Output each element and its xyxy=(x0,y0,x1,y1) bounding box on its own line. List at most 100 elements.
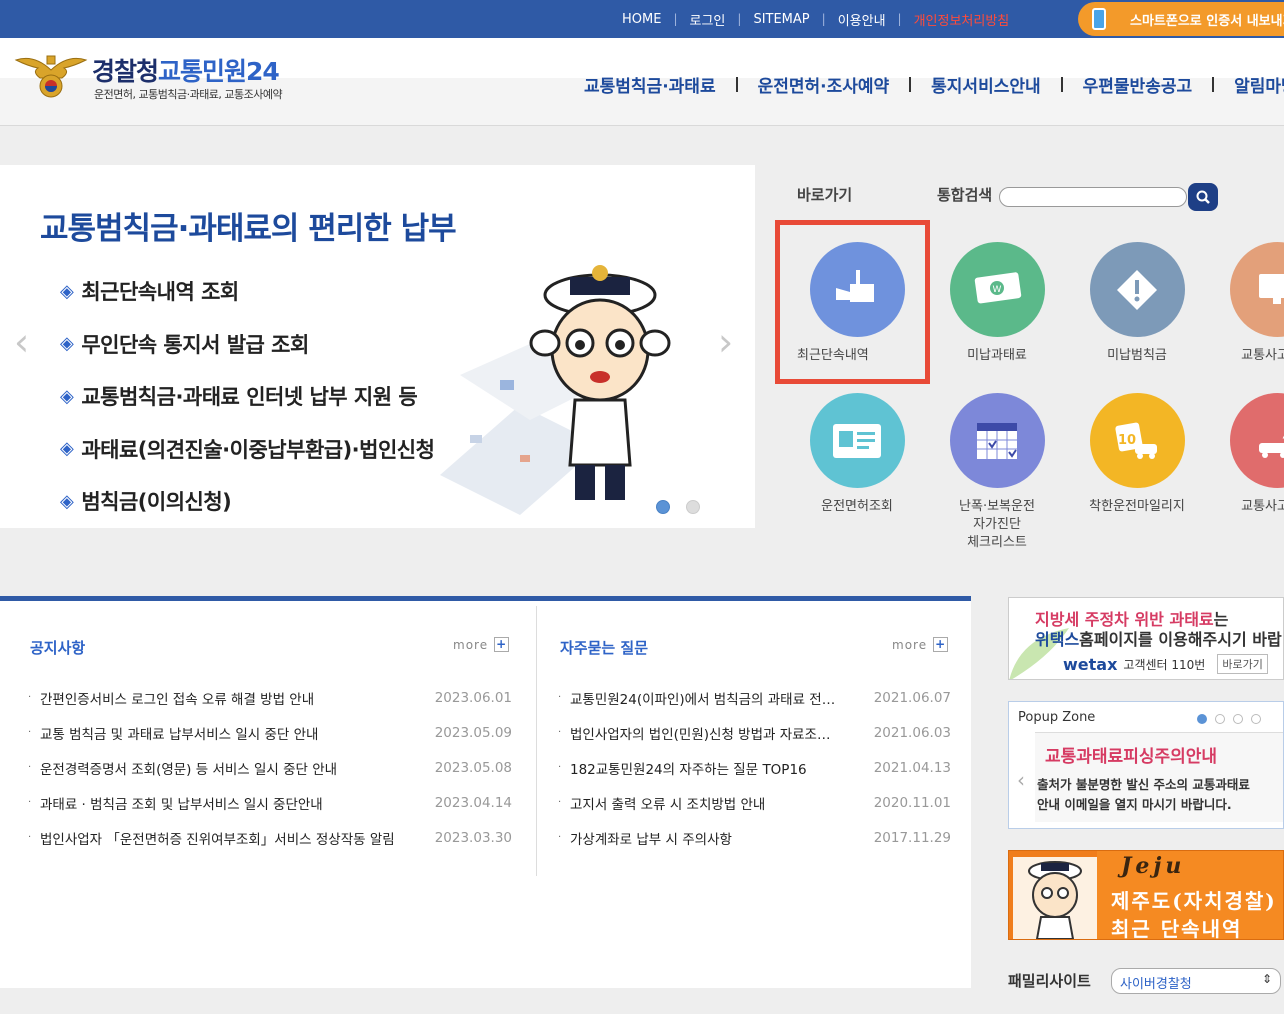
notice-item[interactable]: · 교통 범칙금 및 과태료 납부서비스 일시 중단 안내 2023.05.09 xyxy=(28,715,512,750)
logo-service: 교통민원24 xyxy=(158,57,280,86)
faq-more-button[interactable]: more + xyxy=(892,637,949,652)
quick-link-icon xyxy=(1089,242,1185,337)
quick-link-reckless-driving-checklist[interactable]: 난폭·보복운전 자가진단 체크리스트 xyxy=(932,393,1062,552)
quick-link-icon xyxy=(949,393,1045,488)
banner-dot[interactable] xyxy=(656,500,670,514)
faq-item[interactable]: · 교통민원24(이파인)에서 범칙금의 과태료 전… 2021.06.07 xyxy=(558,680,951,715)
notice-item-title[interactable]: 교통 범칙금 및 과태료 납부서비스 일시 중단 안내 xyxy=(40,723,425,743)
popup-dot[interactable] xyxy=(1215,714,1225,724)
main-banner-slider: 교통범칙금·과태료의 편리한 납부 ◈ 최근단속내역 조회 ◈ 무인단속 통지서 발… xyxy=(0,165,755,528)
family-site-label: 패밀리사이트 xyxy=(1008,972,1091,990)
faq-item[interactable]: · 법인사업자의 법인(민원)신청 방법과 자료조… 2021.06.03 xyxy=(558,715,951,750)
faq-item-date: 2020.11.01 xyxy=(873,794,951,811)
police-mascot-icon xyxy=(1013,857,1097,939)
notice-more-button[interactable]: more + xyxy=(453,637,510,652)
wetax-go-button[interactable]: 바로가기 xyxy=(1217,654,1268,674)
quick-link-accident-confirmation[interactable]: 교통사고확인 xyxy=(1212,393,1284,516)
faq-title[interactable]: 자주묻는 질문 xyxy=(560,637,648,658)
popup-prev-arrow-icon[interactable]: ‹ xyxy=(1017,768,1025,792)
police-emblem-icon[interactable] xyxy=(14,52,88,100)
guide-link[interactable]: 이용안내 xyxy=(826,10,898,29)
mileage-car-icon: 10 xyxy=(1115,422,1157,459)
wetax-banner[interactable]: 지방세 주정차 위반 과태료는 위택스홈페이지를 이용해주시기 바랍니다 wet… xyxy=(1008,597,1284,680)
notice-item-title[interactable]: 과태료 · 범칙금 조회 및 납부서비스 일시 중단안내 xyxy=(40,793,425,813)
popup-heading[interactable]: 교통과태료피싱주의안내 xyxy=(1045,742,1217,767)
bullet: · xyxy=(558,832,562,843)
quick-link-label: 교통사고확인 xyxy=(1241,499,1284,514)
quick-link-license-lookup[interactable]: 운전면허조회 xyxy=(792,393,922,516)
notice-item-date: 2023.03.30 xyxy=(434,829,512,846)
quick-link-unpaid-fines[interactable]: W 미납과태료 xyxy=(932,242,1062,365)
notice-item[interactable]: · 간편인증서비스 로그인 접속 오류 해결 방법 안내 2023.06.01 xyxy=(28,680,512,715)
notice-title[interactable]: 공지사항 xyxy=(30,637,85,658)
site-logo-title[interactable]: 경찰청교통민원24 xyxy=(92,52,280,88)
site-logo-subtitle: 운전면허, 교통범칙금·과태료, 교통조사예약 xyxy=(94,88,283,101)
banner-item-text: 과태료(의견진술·이중납부환급)·법인신청 xyxy=(81,437,435,462)
banner-feature-list: ◈ 최근단속내역 조회 ◈ 무인단속 통지서 발급 조회 ◈ 교통범칙금·과태료 인터… xyxy=(60,265,435,528)
bullet: · xyxy=(28,692,32,703)
banner-item-text: 최근단속내역 조회 xyxy=(81,280,239,305)
smartphone-cert-export-button[interactable]: 스마트폰으로 인증서 내보내기 xyxy=(1078,2,1284,36)
nav-fines[interactable]: 교통범칙금·과태료 xyxy=(584,72,716,97)
notice-item-title[interactable]: 운전경력증명서 조회(영문) 등 서비스 일시 중단 안내 xyxy=(40,758,425,778)
login-link[interactable]: 로그인 xyxy=(678,10,738,29)
faq-item-title[interactable]: 법인사업자의 법인(민원)신청 방법과 자료조… xyxy=(570,723,864,743)
notice-item-date: 2023.05.08 xyxy=(434,759,512,776)
nav-notices[interactable]: 알림마당 xyxy=(1234,72,1284,97)
banner-pagination xyxy=(656,500,700,514)
faq-item[interactable]: · 고지서 출력 오류 시 조치방법 안내 2020.11.01 xyxy=(558,785,951,820)
selected-highlight-box xyxy=(775,220,930,384)
police-mascot-illustration xyxy=(440,265,671,515)
chevron-updown-icon: ⇕ xyxy=(1261,972,1272,986)
privacy-policy-link[interactable]: 개인정보처리방침 xyxy=(902,10,1022,29)
faq-item-title[interactable]: 182교통민원24의 자주하는 질문 TOP16 xyxy=(570,758,864,778)
notice-item[interactable]: · 과태료 · 범칙금 조회 및 납부서비스 일시 중단안내 2023.04.14 xyxy=(28,785,512,820)
quick-link-icon xyxy=(809,393,905,488)
sitemap-link[interactable]: SITEMAP xyxy=(741,12,821,27)
notice-item-title[interactable]: 간편인증서비스 로그인 접속 오류 해결 방법 안내 xyxy=(40,688,425,708)
nav-notification[interactable]: 통지서비스안내 xyxy=(931,72,1040,97)
faq-item-date: 2021.06.07 xyxy=(873,689,951,706)
banner-prev-arrow-icon[interactable]: ‹ xyxy=(14,320,29,364)
popup-dot[interactable] xyxy=(1197,714,1207,724)
banner-next-arrow-icon[interactable]: › xyxy=(718,320,733,364)
quick-link-accident-investigation[interactable]: 교통사고조사 xyxy=(1212,242,1284,365)
family-site-select[interactable]: 사이버경찰청 ⇕ xyxy=(1111,968,1281,994)
search-button[interactable] xyxy=(1188,183,1218,211)
faq-item-title[interactable]: 가상계좌로 납부 시 주의사항 xyxy=(570,828,864,848)
home-link[interactable]: HOME xyxy=(610,12,673,27)
banner-dot[interactable] xyxy=(686,500,700,514)
faq-item[interactable]: · 182교통민원24의 자주하는 질문 TOP16 2021.04.13 xyxy=(558,750,951,785)
wetax-callcenter: 고객센터 110번 xyxy=(1123,657,1206,672)
id-card-icon xyxy=(833,423,881,458)
smartphone-icon xyxy=(1078,2,1120,36)
quick-link-label: 미납과태료 xyxy=(967,348,1027,363)
faq-item-title[interactable]: 고지서 출력 오류 시 조치방법 안내 xyxy=(570,793,864,813)
bullet: · xyxy=(28,727,32,738)
diamond-bullet-icon: ◈ xyxy=(60,385,74,407)
nav-license[interactable]: 운전면허·조사예약 xyxy=(758,72,890,97)
logo-police: 경찰청 xyxy=(92,57,159,86)
jeju-police-banner[interactable]: Jeju 제주도(자치경찰) 최근 단속내역 xyxy=(1008,850,1284,940)
nav-returned-mail[interactable]: 우편물반송공고 xyxy=(1083,72,1192,97)
integrated-search-input[interactable] xyxy=(999,187,1187,207)
jeju-banner-line1: 제주도(자치경찰) xyxy=(1111,889,1277,913)
wetax-banner-line3: wetax 고객센터 110번 바로가기 xyxy=(1063,654,1268,674)
nav-separator xyxy=(1060,77,1063,92)
faq-item-date: 2017.11.29 xyxy=(873,829,951,846)
wetax-text: 홈페이지를 이용해주시기 바랍니다 xyxy=(1079,630,1283,649)
diamond-bullet-icon: ◈ xyxy=(60,333,74,355)
site-header: 경찰청교통민원24 운전면허, 교통범칙금·과태료, 교통조사예약 교통범칙금·… xyxy=(0,38,1284,126)
quick-link-good-driving-mileage[interactable]: 10 착한운전마일리지 xyxy=(1072,393,1202,516)
quick-link-icon: 10 xyxy=(1089,393,1185,488)
banner-item-text: 무인단속 통지서 발급 조회 xyxy=(81,332,309,357)
notice-item[interactable]: · 운전경력증명서 조회(영문) 등 서비스 일시 중단 안내 2023.05.08 xyxy=(28,750,512,785)
notice-item[interactable]: · 법인사업자 「운전면허증 진위여부조회」서비스 정상작동 알림 2023.03.… xyxy=(28,820,512,855)
faq-item[interactable]: · 가상계좌로 납부 시 주의사항 2017.11.29 xyxy=(558,820,951,855)
notice-item-title[interactable]: 법인사업자 「운전면허증 진위여부조회」서비스 정상작동 알림 xyxy=(40,828,425,848)
top-utility-bar: HOME | 로그인 | SITEMAP | 이용안내 | 개인정보처리방침 스… xyxy=(0,0,1284,38)
faq-item-title[interactable]: 교통민원24(이파인)에서 범칙금의 과태료 전… xyxy=(570,688,864,708)
popup-dot[interactable] xyxy=(1233,714,1243,724)
quick-link-unpaid-penalty[interactable]: 미납범칙금 xyxy=(1072,242,1202,365)
popup-dot[interactable] xyxy=(1251,714,1261,724)
